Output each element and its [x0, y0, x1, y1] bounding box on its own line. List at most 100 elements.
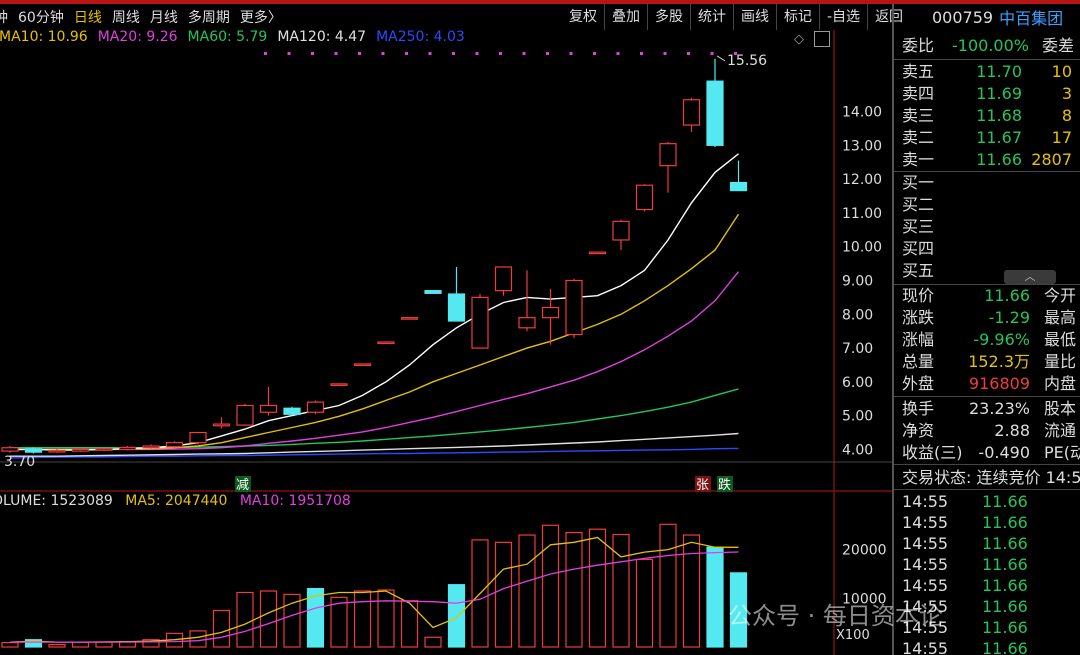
volume-bar	[259, 590, 278, 648]
candle-body	[635, 184, 654, 211]
price-tick: 6.00	[842, 375, 873, 391]
limit-dot	[452, 52, 455, 55]
fundamental-right-label: PE(动)	[1044, 443, 1080, 462]
candle-body	[259, 404, 278, 413]
candle-body	[189, 431, 207, 444]
quote-right-label: 今开	[1044, 286, 1077, 305]
fundamental-right-label: 股本	[1044, 399, 1077, 418]
quote-value: 916809	[968, 374, 1030, 393]
candle-body	[729, 181, 748, 192]
candle-body	[212, 423, 231, 427]
period-tab-2[interactable]: 日线	[74, 7, 102, 27]
toolbar-button-4[interactable]: 画线	[733, 4, 776, 30]
candle-body	[565, 279, 583, 336]
toolbar-button-5[interactable]: 标记	[776, 4, 819, 30]
tick-price: 11.66	[982, 555, 1028, 574]
volume-ma5: MA5: 2047440	[125, 493, 228, 509]
weicha-label: 委差	[1042, 36, 1075, 55]
tick-time: 14:55	[902, 576, 949, 595]
candle-body	[612, 220, 630, 241]
fundamental-right-label: 流通	[1044, 421, 1077, 440]
sell-level-row[interactable]: 卖一 11.66 2807	[902, 149, 1072, 171]
buy-level-row[interactable]: 买五	[902, 260, 952, 282]
buy-level-row[interactable]: 买三	[902, 216, 952, 238]
volume-bar	[400, 600, 419, 648]
buy-level-row[interactable]: 买四	[902, 238, 952, 260]
price-tick: 11.00	[842, 206, 882, 222]
quote-value: 11.66	[984, 286, 1030, 305]
quote-label: 涨跌	[902, 308, 935, 327]
sell-level-volume: 3	[1061, 84, 1072, 103]
period-tab-5[interactable]: 多周期	[188, 7, 230, 27]
toolbar-button-1[interactable]: 叠加	[604, 4, 647, 30]
kline-chart[interactable]: 14.00 13.00 12.00 11.00 10.00 9.00 8.00 7.00 6.0…	[0, 30, 892, 655]
volume-bar	[189, 630, 207, 648]
sell-level-price: 11.67	[976, 128, 1022, 147]
volume-bar	[95, 641, 113, 648]
limit-dot	[334, 52, 338, 55]
sell-level-label: 卖四	[902, 84, 935, 103]
candle-body	[377, 341, 395, 345]
toolbar-button-3[interactable]: 统计	[690, 4, 733, 30]
divider	[894, 489, 1080, 490]
action-toolbar: 复权 叠加 多股 统计 画线 标记 -自选 返回	[562, 4, 903, 30]
limit-dot	[569, 52, 573, 55]
volume-tick: 20000	[842, 543, 887, 559]
tick-row: 14:55 11.66	[902, 512, 1028, 534]
candle-body	[283, 407, 301, 415]
tick-row: 14:55 11.66	[902, 491, 1028, 513]
candle-body	[494, 266, 513, 292]
period-tab-6[interactable]: 更多〉	[240, 7, 282, 27]
candle-body	[95, 448, 113, 451]
candle-body	[71, 448, 90, 452]
period-tab-4[interactable]: 月线	[150, 7, 178, 27]
ma5-line	[10, 153, 739, 451]
limit-dot	[687, 52, 690, 55]
quote-label: 外盘	[902, 374, 935, 393]
limit-dot	[264, 52, 267, 55]
buy-level-row[interactable]: 买一	[902, 172, 952, 194]
sell-level-volume: 17	[1051, 128, 1072, 147]
tick-row: 14:55 11.66	[902, 554, 1028, 576]
sell-level-row[interactable]: 卖五 11.70 10	[902, 61, 1072, 83]
sell-level-label: 卖五	[902, 62, 935, 81]
candle-body	[236, 404, 254, 426]
candle-body	[424, 290, 442, 294]
candle-body	[165, 442, 184, 448]
toolbar-button-2[interactable]: 多股	[647, 4, 690, 30]
candle-body	[400, 317, 419, 320]
high-label: 15.56	[727, 53, 767, 69]
quote-label: 涨幅	[902, 330, 935, 349]
sell-level-row[interactable]: 卖二 11.67 17	[902, 127, 1072, 149]
volume-bar	[283, 593, 301, 648]
stock-name[interactable]: 中百集团	[999, 5, 1063, 29]
limit-dot	[546, 52, 549, 55]
quote-right-label: 最低	[1044, 330, 1077, 349]
limit-dot	[593, 52, 596, 55]
collapse-chevron-icon[interactable]: ︿	[1004, 270, 1056, 284]
sell-level-label: 卖三	[902, 106, 935, 125]
sell-level-price: 11.70	[976, 62, 1022, 81]
candle-body	[659, 143, 677, 167]
sell-level-row[interactable]: 卖四 11.69 3	[902, 83, 1072, 105]
tick-row: 14:55 11.66	[902, 575, 1028, 597]
period-tab-1[interactable]: 60分钟	[18, 7, 64, 27]
toolbar-button-6[interactable]: -自选	[819, 4, 867, 30]
volume-bar	[377, 589, 395, 648]
limit-dot	[428, 52, 432, 55]
sell-level-row[interactable]: 卖三 11.68 8	[902, 105, 1072, 127]
quote-row: 涨幅 -9.96% 最低	[902, 329, 1076, 351]
fundamental-label: 换手	[902, 399, 935, 418]
period-tab-3[interactable]: 周线	[112, 7, 140, 27]
buy-level-row[interactable]: 买二	[902, 194, 952, 216]
tick-price: 11.66	[982, 492, 1028, 511]
buy-level-label: 买一	[902, 173, 935, 192]
volume-bar	[682, 534, 701, 648]
period-tab-0[interactable]: 钟	[0, 7, 8, 27]
toolbar-button-0[interactable]: 复权	[562, 4, 604, 30]
price-tick: 7.00	[842, 341, 873, 357]
fundamental-value: 23.23%	[968, 399, 1030, 418]
price-tick: 10.00	[842, 240, 882, 256]
quote-right-label: 量比	[1044, 352, 1077, 371]
volume-ma10: MA10: 1951708	[239, 493, 351, 509]
